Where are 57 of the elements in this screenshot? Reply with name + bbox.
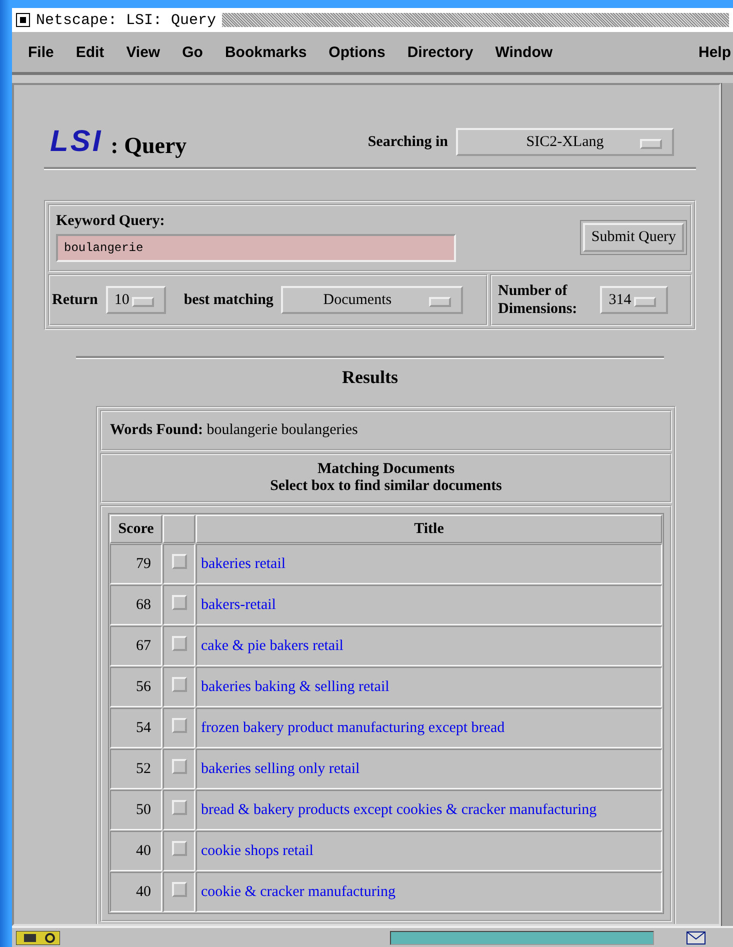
result-link[interactable]: cookie & cracker manufacturing <box>201 884 396 900</box>
checkbox[interactable] <box>172 554 186 569</box>
field-label: Return <box>52 292 98 308</box>
result-link[interactable]: bakers-retail <box>201 596 276 612</box>
match-type-dropdown[interactable]: Documents <box>281 286 464 314</box>
words-found-text: Words Found: boulangerie boulangeries <box>110 422 358 439</box>
result-link[interactable]: bakeries selling only retail <box>201 760 360 776</box>
menu-item[interactable]: Window <box>495 44 553 60</box>
window-title: Netscape: LSI: Query <box>36 12 216 28</box>
menu-item[interactable]: Directory <box>407 44 474 60</box>
score-cell: 52 <box>110 749 162 789</box>
logo: LSI <box>50 125 103 159</box>
keyword-input[interactable]: boulangerie <box>56 234 456 262</box>
table-title: Matching Documents <box>317 461 455 478</box>
table-hint: Select box to find similar documents <box>270 478 502 495</box>
field-label: Number of Dimensions: <box>498 282 578 318</box>
result-link[interactable]: cookie shops retail <box>201 842 314 858</box>
return-count-dropdown[interactable]: 10 <box>106 286 166 314</box>
mail-icon[interactable] <box>686 930 706 944</box>
score-cell: 79 <box>110 544 162 584</box>
column-header: Score <box>110 515 162 543</box>
menu-item[interactable]: Options <box>328 44 386 60</box>
checkbox[interactable] <box>172 677 186 692</box>
menu-item[interactable]: Help <box>698 44 731 60</box>
score-cell: 40 <box>110 831 162 871</box>
checkbox[interactable] <box>172 800 186 815</box>
field-label: Keyword Query: <box>56 213 165 229</box>
menu-item[interactable]: Bookmarks <box>224 44 307 60</box>
checkbox[interactable] <box>172 636 186 651</box>
menu-item[interactable]: Edit <box>76 44 104 60</box>
field-label: Searching in <box>368 134 448 150</box>
database-dropdown[interactable]: SIC2-XLang <box>456 128 674 156</box>
menu-item[interactable]: Go <box>182 44 203 60</box>
menu-item[interactable]: View <box>126 44 160 60</box>
checkbox[interactable] <box>172 841 186 856</box>
score-cell: 68 <box>110 585 162 625</box>
checkbox[interactable] <box>172 718 186 733</box>
score-cell: 54 <box>110 708 162 748</box>
security-icon[interactable] <box>16 930 60 944</box>
checkbox[interactable] <box>172 595 186 610</box>
checkbox[interactable] <box>172 882 186 897</box>
window-menu-icon[interactable] <box>16 13 30 27</box>
dimensions-dropdown[interactable]: 314 <box>600 286 668 314</box>
column-header: Title <box>196 515 662 543</box>
page-title: : Query <box>110 133 187 159</box>
score-cell: 67 <box>110 626 162 666</box>
result-link[interactable]: bakeries retail <box>201 556 286 572</box>
score-cell: 56 <box>110 667 162 707</box>
scrollbar[interactable] <box>721 83 733 926</box>
result-link[interactable]: bakeries baking & selling retail <box>201 678 390 694</box>
score-cell: 50 <box>110 790 162 830</box>
result-link[interactable]: cake & pie bakers retail <box>201 638 344 654</box>
menu-item[interactable]: File <box>28 44 54 60</box>
field-label: best matching <box>184 292 274 308</box>
score-cell: 40 <box>110 872 162 912</box>
checkbox[interactable] <box>172 759 186 774</box>
section-heading: Results <box>340 367 399 388</box>
